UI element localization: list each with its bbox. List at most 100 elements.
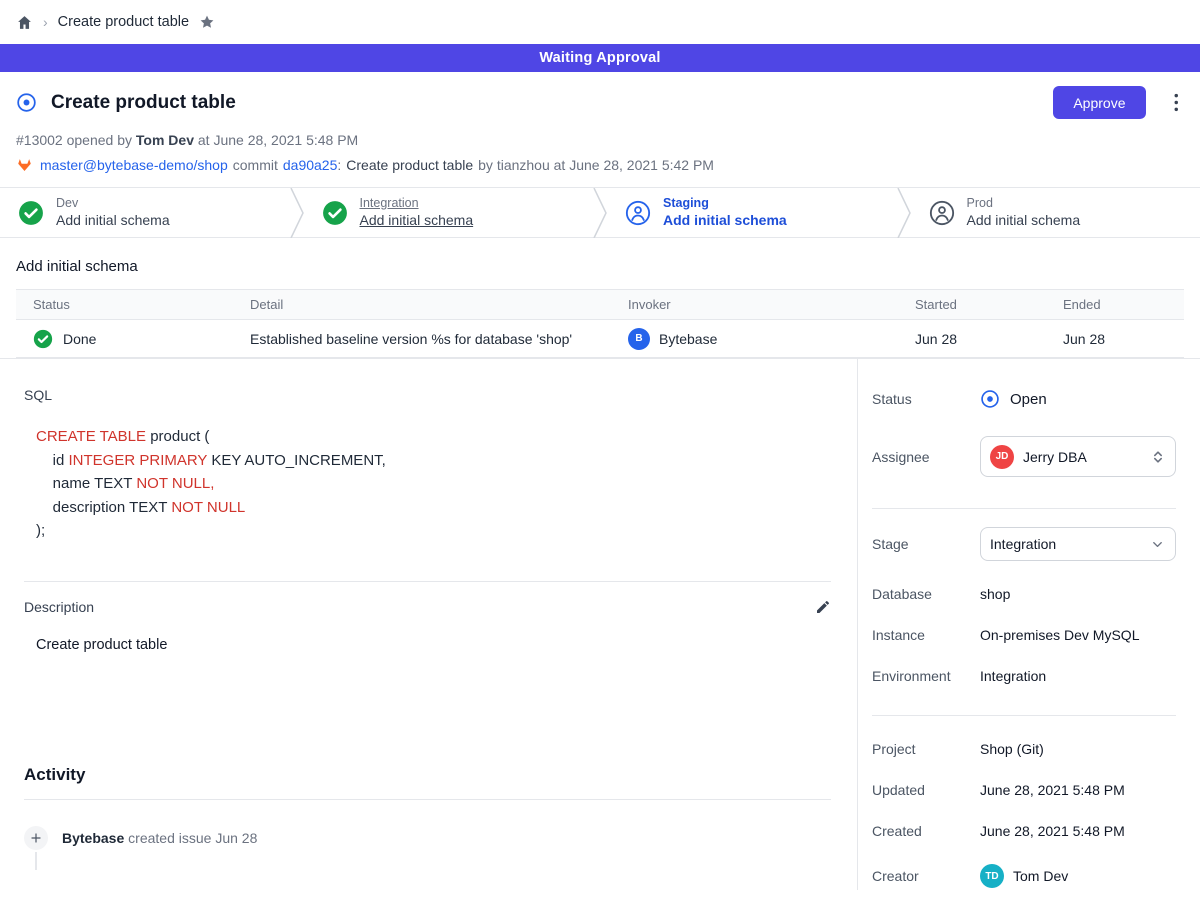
commit-colon: : — [337, 157, 341, 173]
task-table: Status Detail Invoker Started Ended Done… — [16, 289, 1184, 358]
check-circle-icon — [33, 329, 53, 349]
chevron-down-icon — [1150, 537, 1165, 552]
sql-keyword: CREATE TABLE — [36, 428, 146, 445]
issue-header: Create product table Approve #13002 open… — [0, 72, 1200, 187]
stage-staging-active[interactable]: StagingAdd initial schema — [607, 188, 897, 237]
task-invoker: Bytebase — [659, 331, 717, 347]
check-circle-icon — [322, 200, 348, 226]
created-value: June 28, 2021 5:48 PM — [980, 823, 1125, 839]
creator-value: TD Tom Dev — [980, 864, 1068, 888]
stage-env-label: Staging — [663, 196, 787, 212]
task-detail: Established baseline version %s for data… — [250, 331, 628, 347]
sql-label: SQL — [24, 387, 831, 403]
issue-meta-prefix: #13002 opened by — [16, 132, 132, 148]
breadcrumb-page-title[interactable]: Create product table — [58, 14, 189, 30]
edit-pencil-icon[interactable] — [815, 599, 831, 615]
stage-dev[interactable]: DevAdd initial schema — [0, 188, 290, 237]
sql-keyword: NOT NULL — [171, 499, 245, 516]
stage-task-label: Add initial schema — [360, 212, 474, 230]
issue-meta: #13002 opened by Tom Dev at June 28, 202… — [16, 132, 1184, 148]
column-header-invoker: Invoker — [628, 297, 915, 312]
open-status-icon — [980, 389, 1000, 409]
gitlab-icon — [16, 157, 33, 173]
commit-message: Create product table — [346, 157, 473, 173]
activity-time: Jun 28 — [215, 830, 257, 846]
activity-actor: Bytebase — [62, 830, 124, 846]
description-label: Description — [24, 599, 815, 615]
star-icon[interactable] — [199, 14, 215, 30]
created-label: Created — [872, 823, 980, 839]
stage-env-label: Prod — [967, 196, 1081, 212]
task-section: Add initial schema Status Detail Invoker… — [0, 238, 1200, 358]
updated-label: Updated — [872, 782, 980, 798]
person-circle-icon — [625, 200, 651, 226]
issue-detail-panel: SQL CREATE TABLE product ( id INTEGER PR… — [0, 359, 857, 890]
issue-sidebar: Status Open Assignee JD Jerry DBA Stage — [857, 359, 1200, 890]
stage-env-label: Dev — [56, 196, 170, 212]
column-header-ended: Ended — [1063, 297, 1184, 312]
status-banner: Waiting Approval — [0, 44, 1200, 72]
column-header-detail: Detail — [250, 297, 628, 312]
pipeline-stage-bar: DevAdd initial schema IntegrationAdd ini… — [0, 187, 1200, 238]
stage-value: Integration — [990, 536, 1141, 552]
stage-integration[interactable]: IntegrationAdd initial schema — [304, 188, 594, 237]
table-row[interactable]: Done Established baseline version %s for… — [16, 320, 1184, 358]
assignee-select[interactable]: JD Jerry DBA — [980, 436, 1176, 477]
stage-separator — [897, 188, 911, 237]
task-started: Jun 28 — [915, 331, 1063, 347]
kebab-menu-icon[interactable] — [1174, 93, 1179, 112]
stage-select[interactable]: Integration — [980, 527, 1176, 561]
person-circle-icon — [929, 200, 955, 226]
plus-icon — [24, 826, 48, 850]
commit-branch-link[interactable]: master@bytebase-demo/shop — [40, 157, 228, 173]
sql-keyword: NOT NULL, — [136, 475, 214, 492]
divider — [24, 581, 831, 582]
database-value[interactable]: shop — [980, 586, 1010, 602]
home-icon[interactable] — [16, 14, 33, 31]
divider — [872, 715, 1176, 716]
task-ended: Jun 28 — [1063, 331, 1184, 347]
assignee-value: Jerry DBA — [1023, 449, 1142, 465]
task-heading: Add initial schema — [16, 258, 1184, 275]
commit-suffix: by tianzhou at June 28, 2021 5:42 PM — [478, 157, 714, 173]
project-value[interactable]: Shop (Git) — [980, 741, 1044, 757]
stage-separator — [593, 188, 607, 237]
divider — [872, 508, 1176, 509]
instance-value[interactable]: On-premises Dev MySQL — [980, 627, 1139, 643]
breadcrumb: › Create product table — [0, 0, 1200, 44]
stage-separator — [290, 188, 304, 237]
commit-hash-link[interactable]: da90a25 — [283, 157, 338, 173]
approve-button[interactable]: Approve — [1053, 86, 1145, 119]
description-content: Create product table — [36, 637, 831, 653]
project-label: Project — [872, 741, 980, 757]
divider — [24, 799, 831, 800]
page-title: Create product table — [51, 92, 236, 114]
task-table-header: Status Detail Invoker Started Ended — [16, 290, 1184, 320]
task-status: Done — [63, 331, 96, 347]
activity-heading: Activity — [24, 765, 831, 785]
sql-code-block: CREATE TABLE product ( id INTEGER PRIMAR… — [36, 425, 831, 543]
environment-label: Environment — [872, 668, 980, 684]
column-header-started: Started — [915, 297, 1063, 312]
instance-label: Instance — [872, 627, 980, 643]
issue-open-icon — [16, 92, 37, 113]
assignee-label: Assignee — [872, 449, 980, 465]
activity-action: created issue — [128, 830, 211, 846]
activity-item: Bytebase created issue Jun 28 — [24, 826, 831, 850]
avatar: B — [628, 328, 650, 350]
stage-prod[interactable]: ProdAdd initial schema — [911, 188, 1200, 237]
stage-task-label: Add initial schema — [967, 212, 1081, 230]
status-label: Status — [872, 391, 980, 407]
column-header-status: Status — [16, 297, 250, 312]
status-value: Open — [980, 389, 1047, 409]
status-banner-text: Waiting Approval — [539, 50, 660, 66]
database-label: Database — [872, 586, 980, 602]
sql-keyword: INTEGER PRIMARY — [69, 452, 208, 469]
stage-task-label: Add initial schema — [56, 212, 170, 230]
commit-word: commit — [233, 157, 278, 173]
selector-chevrons-icon — [1151, 449, 1165, 465]
commit-row: master@bytebase-demo/shop commit da90a25: C… — [16, 157, 1184, 173]
updated-value: June 28, 2021 5:48 PM — [980, 782, 1125, 798]
avatar: JD — [990, 445, 1014, 469]
environment-value[interactable]: Integration — [980, 668, 1046, 684]
